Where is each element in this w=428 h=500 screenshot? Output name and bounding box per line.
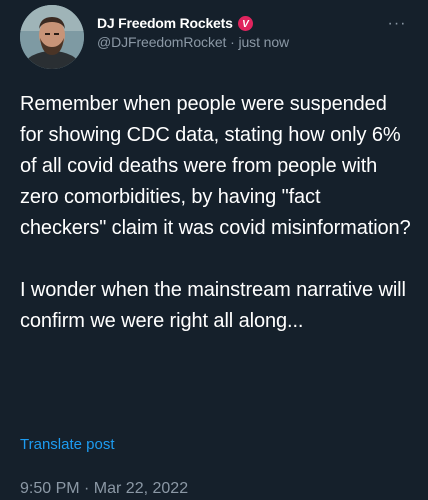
post-author: DJ Freedom Rockets V @DJFreedomRocket · …	[97, 13, 377, 50]
post-card: DJ Freedom Rockets V @DJFreedomRocket · …	[0, 0, 428, 500]
post-paragraph: Remember when people were suspended for …	[20, 93, 411, 239]
handle-separator: ·	[226, 34, 239, 50]
author-display-name[interactable]: DJ Freedom Rockets	[97, 15, 233, 31]
post-time-ago: just now	[238, 34, 290, 50]
verified-badge-icon: V	[237, 15, 253, 31]
post-body: Remember when people were suspended for …	[20, 89, 412, 337]
avatar[interactable]	[20, 5, 84, 69]
author-handle-row: @DJFreedomRocket · just now	[97, 34, 377, 50]
more-options-icon[interactable]: ···	[386, 16, 408, 32]
author-handle[interactable]: @DJFreedomRocket	[97, 34, 226, 50]
translate-post-link[interactable]: Translate post	[20, 436, 115, 453]
avatar-image	[20, 5, 84, 69]
author-name-row: DJ Freedom Rockets V	[97, 13, 377, 33]
post-timestamp[interactable]: 9:50 PM · Mar 22, 2022	[20, 480, 188, 498]
post-paragraph: I wonder when the mainstream narrative w…	[20, 279, 406, 332]
